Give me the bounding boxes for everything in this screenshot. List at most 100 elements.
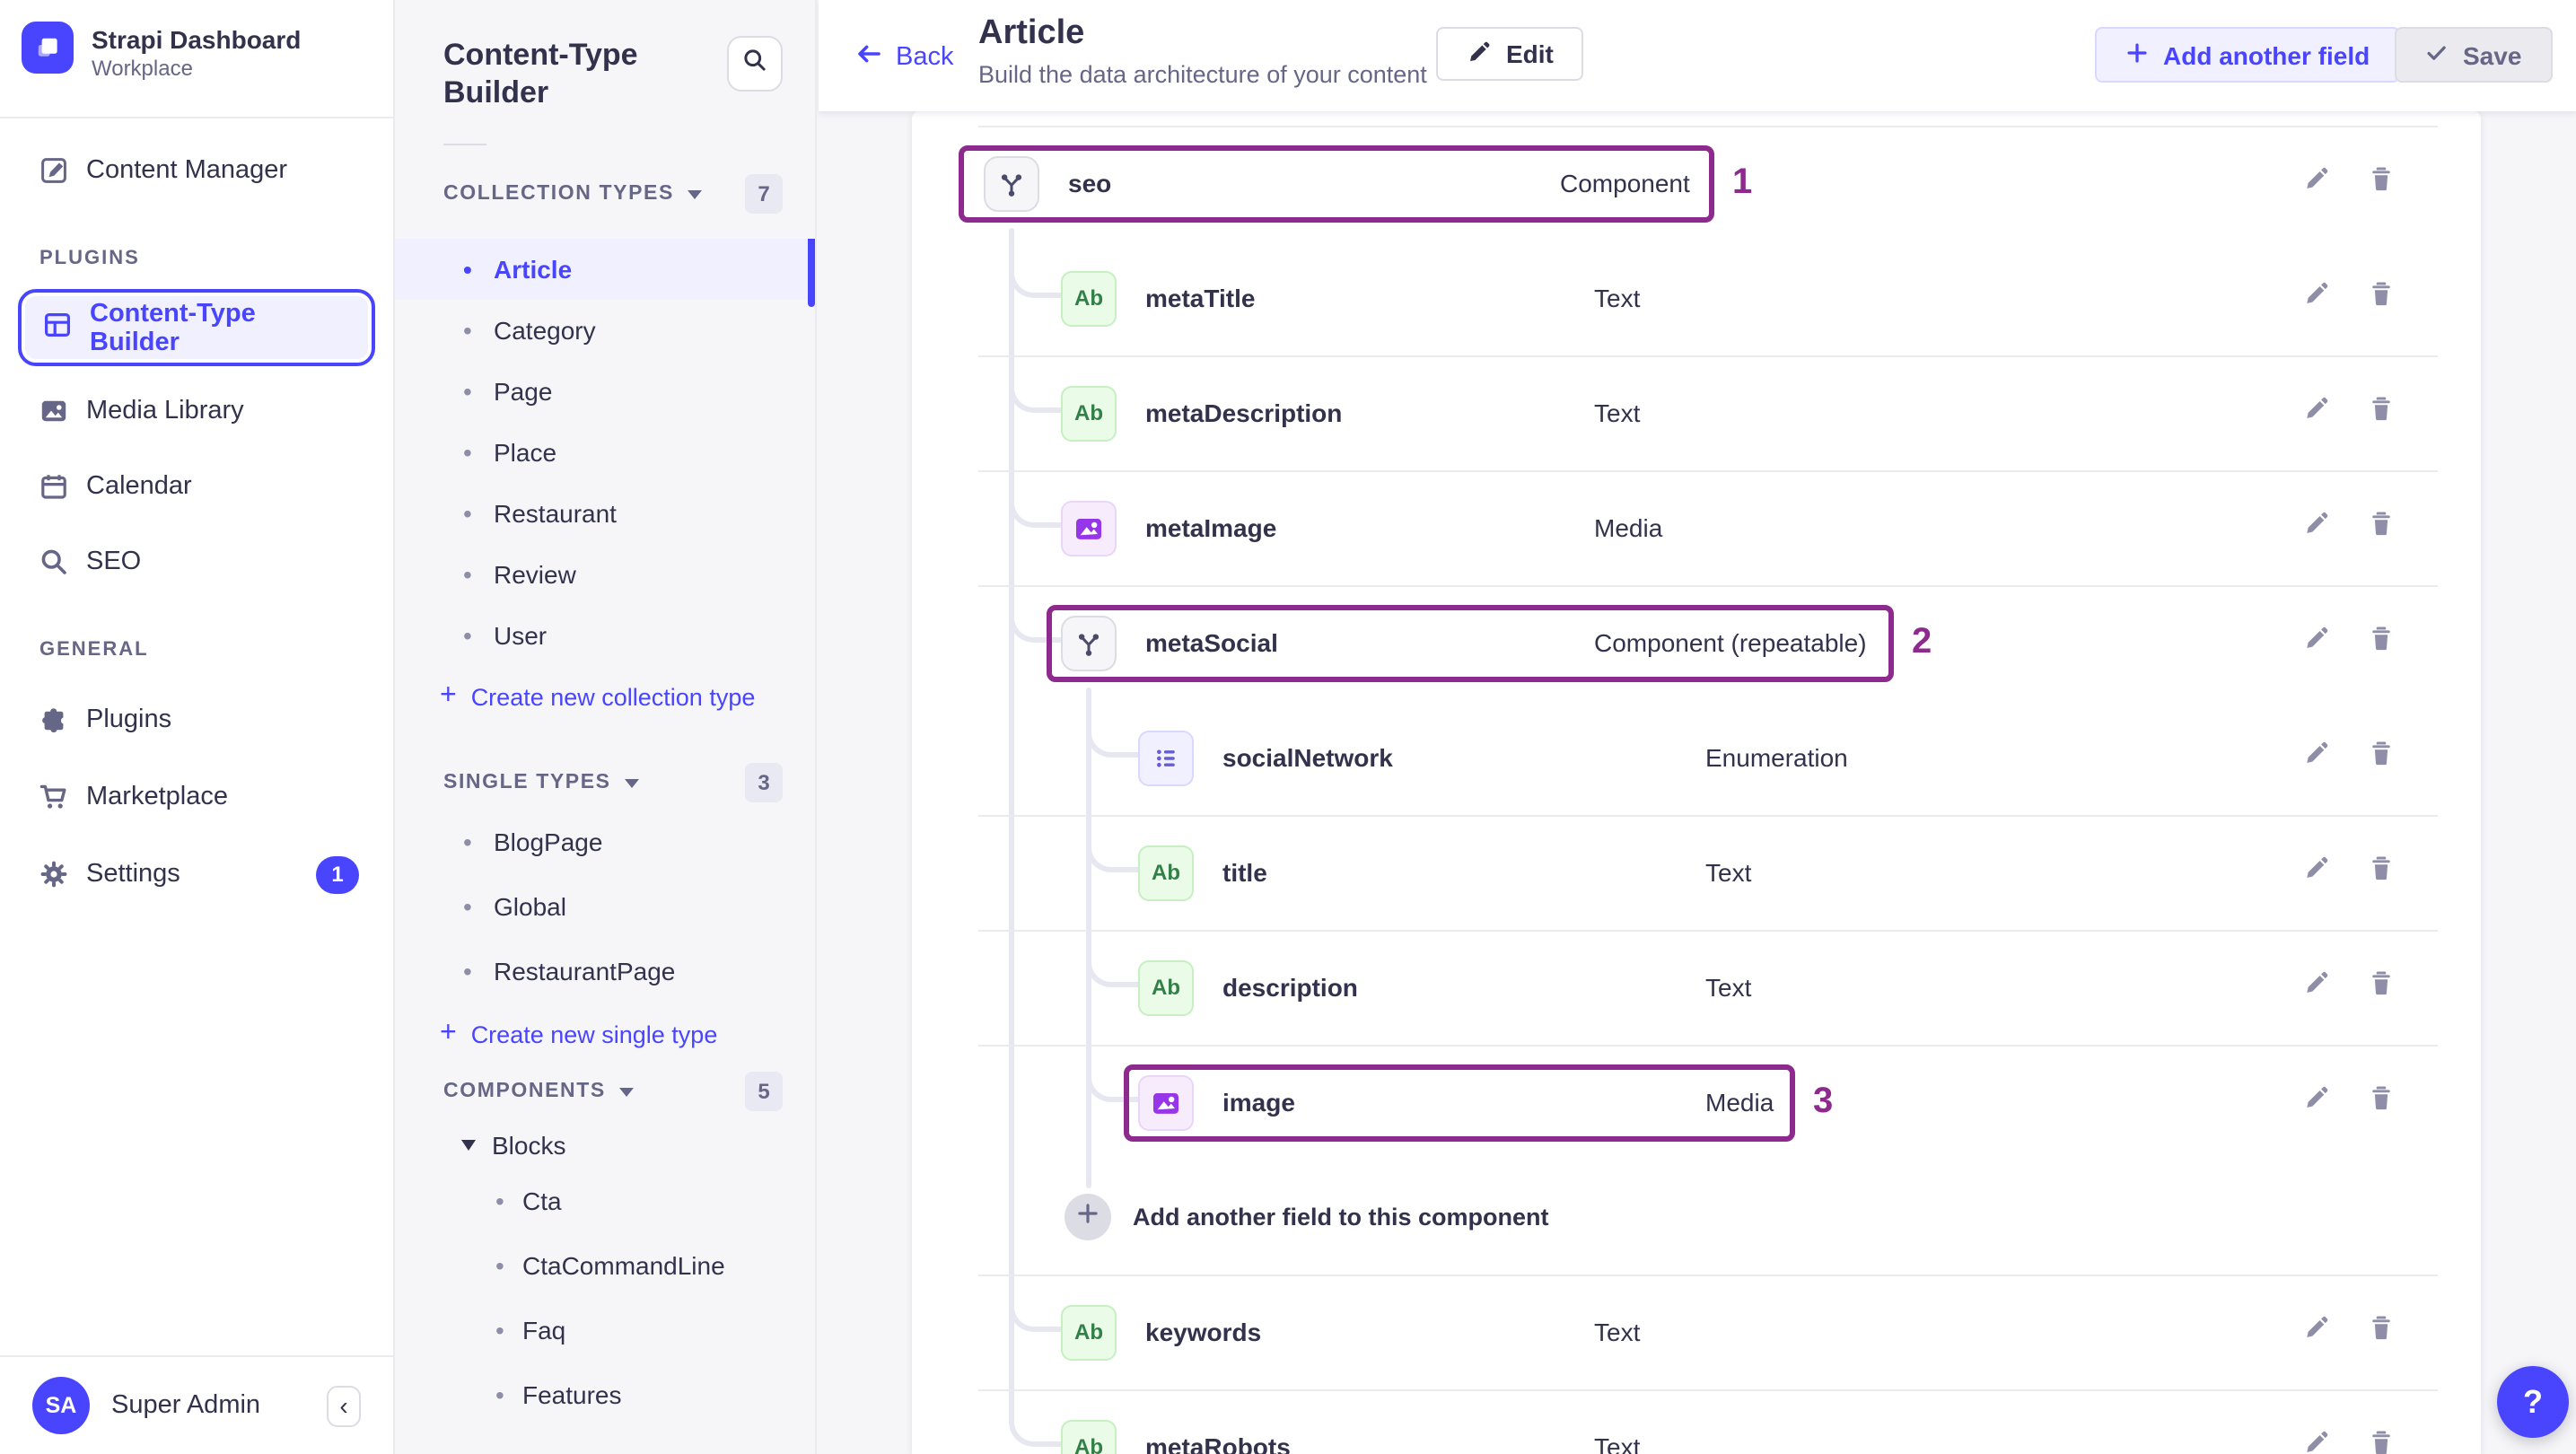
panel-item-place[interactable]: • Place	[395, 422, 815, 483]
field-type: Media	[1705, 1088, 1774, 1117]
add-field-to-component-button[interactable]	[1065, 1194, 1111, 1240]
sidebar-item-label: SEO	[86, 547, 142, 576]
sidebar-item-label: Plugins	[86, 705, 172, 734]
panel-item-label: Place	[494, 438, 557, 467]
workspace-header[interactable]: Strapi Dashboard Workplace	[0, 0, 393, 118]
save-button[interactable]: Save	[2395, 27, 2553, 83]
add-another-field-button[interactable]: Add another field	[2095, 27, 2401, 83]
delete-field-button[interactable]	[2361, 623, 2400, 662]
edit-field-button[interactable]	[2296, 1312, 2335, 1352]
count-badge: 7	[745, 174, 783, 214]
annotation-number: 2	[1912, 622, 1932, 661]
delete-field-button[interactable]	[2361, 968, 2400, 1007]
trash-icon	[2367, 395, 2394, 431]
count-badge: 3	[745, 763, 783, 802]
delete-field-button[interactable]	[2361, 393, 2400, 433]
sidebar-item-settings[interactable]: Settings 1	[18, 844, 375, 905]
panel-group-list: Blocks • Cta • CtaCommandLine • Faq • Features	[443, 1122, 783, 1427]
delete-field-button[interactable]	[2361, 1427, 2400, 1454]
panel-item-article[interactable]: • Article	[395, 239, 815, 300]
sidebar-item-media-library[interactable]: Media Library	[18, 381, 375, 442]
delete-field-button[interactable]	[2361, 1082, 2400, 1122]
panel-item-features[interactable]: • Features	[395, 1362, 815, 1427]
pencil-icon	[2302, 510, 2329, 546]
delete-field-button[interactable]	[2361, 163, 2400, 203]
delete-field-button[interactable]	[2361, 278, 2400, 318]
panel-item-label: Review	[494, 560, 576, 589]
help-button[interactable]: ?	[2497, 1366, 2569, 1438]
edit-field-button[interactable]	[2296, 853, 2335, 892]
plus-icon: +	[440, 680, 457, 711]
row-divider	[978, 1045, 2438, 1047]
enum-field-icon	[1138, 730, 1194, 785]
question-icon: ?	[2523, 1383, 2543, 1419]
delete-field-button[interactable]	[2361, 738, 2400, 777]
trash-icon	[2367, 280, 2394, 316]
edit-field-button[interactable]	[2296, 278, 2335, 318]
edit-field-button[interactable]	[2296, 623, 2335, 662]
field-type: Text	[1594, 1318, 1641, 1346]
field-type: Text	[1705, 858, 1752, 887]
sidebar-item-label: Media Library	[86, 397, 244, 425]
edit-field-button[interactable]	[2296, 508, 2335, 547]
panel-group-header[interactable]: COLLECTION TYPES 7	[443, 174, 783, 214]
panel-group-header[interactable]: SINGLE TYPES 3	[443, 763, 783, 802]
search-icon	[741, 46, 768, 82]
panel-component-category-blocks[interactable]: Blocks	[443, 1122, 783, 1169]
pencil-icon	[2302, 969, 2329, 1005]
delete-field-button[interactable]	[2361, 853, 2400, 892]
sidebar-item-plugins[interactable]: Plugins	[18, 689, 375, 750]
edit-field-button[interactable]	[2296, 968, 2335, 1007]
panel-item-cta[interactable]: • Cta	[395, 1169, 815, 1233]
bullet-icon: •	[463, 828, 472, 856]
edit-field-button[interactable]	[2296, 393, 2335, 433]
delete-field-button[interactable]	[2361, 508, 2400, 547]
edit-field-button[interactable]	[2296, 1082, 2335, 1122]
panel-item-restaurantpage[interactable]: • RestaurantPage	[395, 939, 815, 1003]
bullet-icon: •	[463, 560, 472, 589]
sidebar-item-seo[interactable]: SEO	[18, 531, 375, 592]
search-button[interactable]	[727, 36, 783, 92]
sidebar-item-calendar[interactable]: Calendar	[18, 456, 375, 517]
panel-item-restaurant[interactable]: • Restaurant	[395, 483, 815, 544]
panel-item-label: Global	[494, 892, 566, 921]
page-title: Article	[978, 14, 1085, 52]
add-field-to-component-label[interactable]: Add another field to this component	[1133, 1204, 1549, 1231]
panel-item-label: Category	[494, 316, 596, 345]
panel-item-category[interactable]: • Category	[395, 300, 815, 361]
panel-scrollbar-thumb[interactable]	[808, 244, 815, 307]
trash-icon	[2367, 165, 2394, 201]
avatar[interactable]: SA	[32, 1377, 90, 1434]
sidebar-item-label: Content-Type Builder	[90, 299, 256, 356]
field-name: metaImage	[1145, 513, 1277, 542]
sidebar-item-content-type-builder[interactable]: Content-Type Builder	[18, 289, 375, 366]
delete-field-button[interactable]	[2361, 1312, 2400, 1352]
panel-item-blogpage[interactable]: • BlogPage	[395, 810, 815, 874]
field-name: seo	[1068, 169, 1112, 197]
edit-button[interactable]: Edit	[1436, 27, 1584, 81]
text-field-icon: Ab	[1061, 385, 1117, 441]
create-single-type-link[interactable]: + Create new single type	[440, 1003, 783, 1064]
panel-title: Content-Type Builder	[443, 38, 638, 109]
pencil-icon	[2302, 1429, 2329, 1454]
sidebar-collapse-button[interactable]: ‹	[327, 1385, 361, 1426]
user-bar: SA Super Admin ‹	[0, 1355, 393, 1454]
panel-item-faq[interactable]: • Faq	[395, 1298, 815, 1362]
sidebar-item-marketplace[interactable]: Marketplace	[18, 766, 375, 828]
panel-group-header[interactable]: COMPONENTS 5	[443, 1072, 783, 1111]
edit-field-button[interactable]	[2296, 163, 2335, 203]
tree-elbow	[1009, 605, 1061, 643]
workspace-name: Workplace	[92, 56, 193, 81]
back-button[interactable]: Back	[854, 39, 954, 75]
sidebar-item-content-manager[interactable]: Content Manager	[18, 140, 375, 201]
panel-item-review[interactable]: • Review	[395, 544, 815, 605]
panel-item-global[interactable]: • Global	[395, 874, 815, 939]
panel-item-label: Restaurant	[494, 499, 617, 528]
create-collection-type-link[interactable]: + Create new collection type	[440, 666, 783, 727]
panel-item-page[interactable]: • Page	[395, 361, 815, 422]
edit-field-button[interactable]	[2296, 1427, 2335, 1454]
panel-item-user[interactable]: • User	[395, 605, 815, 666]
text-field-icon: Ab	[1061, 1419, 1117, 1454]
edit-field-button[interactable]	[2296, 738, 2335, 777]
panel-item-ctacommandline[interactable]: • CtaCommandLine	[395, 1233, 815, 1298]
